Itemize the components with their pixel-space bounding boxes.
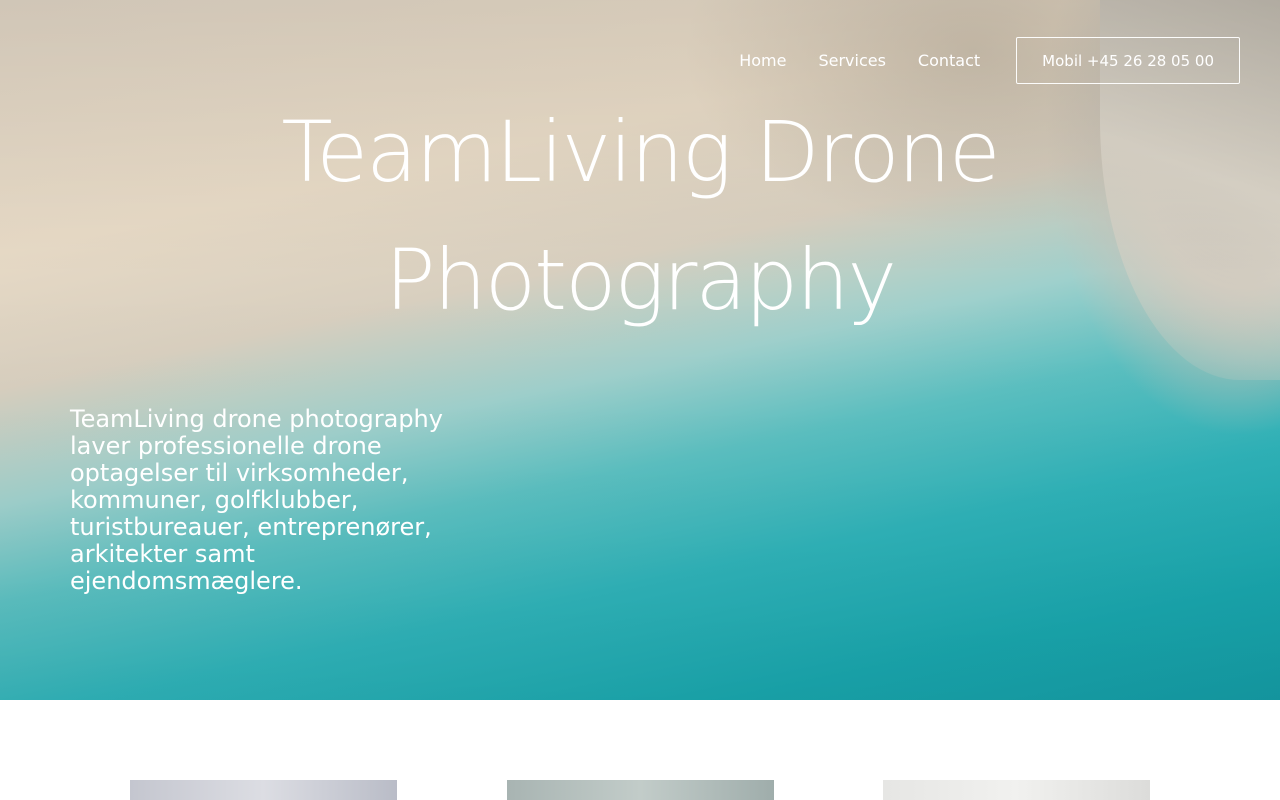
main-nav: Home Services Contact Mobil +45 26 28 05… — [739, 37, 1240, 84]
gallery-image-2[interactable] — [507, 780, 774, 800]
hero-description: TeamLiving drone photography laver profe… — [70, 405, 443, 595]
nav-contact-link[interactable]: Contact — [918, 37, 980, 84]
phone-button[interactable]: Mobil +45 26 28 05 00 — [1016, 37, 1240, 84]
hero-title: TeamLiving Drone Photography — [281, 103, 1000, 329]
hero-section: Home Services Contact Mobil +45 26 28 05… — [0, 0, 1280, 700]
nav-services-link[interactable]: Services — [818, 37, 885, 84]
nav-home-link[interactable]: Home — [739, 37, 786, 84]
gallery-image-3[interactable] — [883, 780, 1150, 800]
gallery-image-1[interactable] — [130, 780, 397, 800]
